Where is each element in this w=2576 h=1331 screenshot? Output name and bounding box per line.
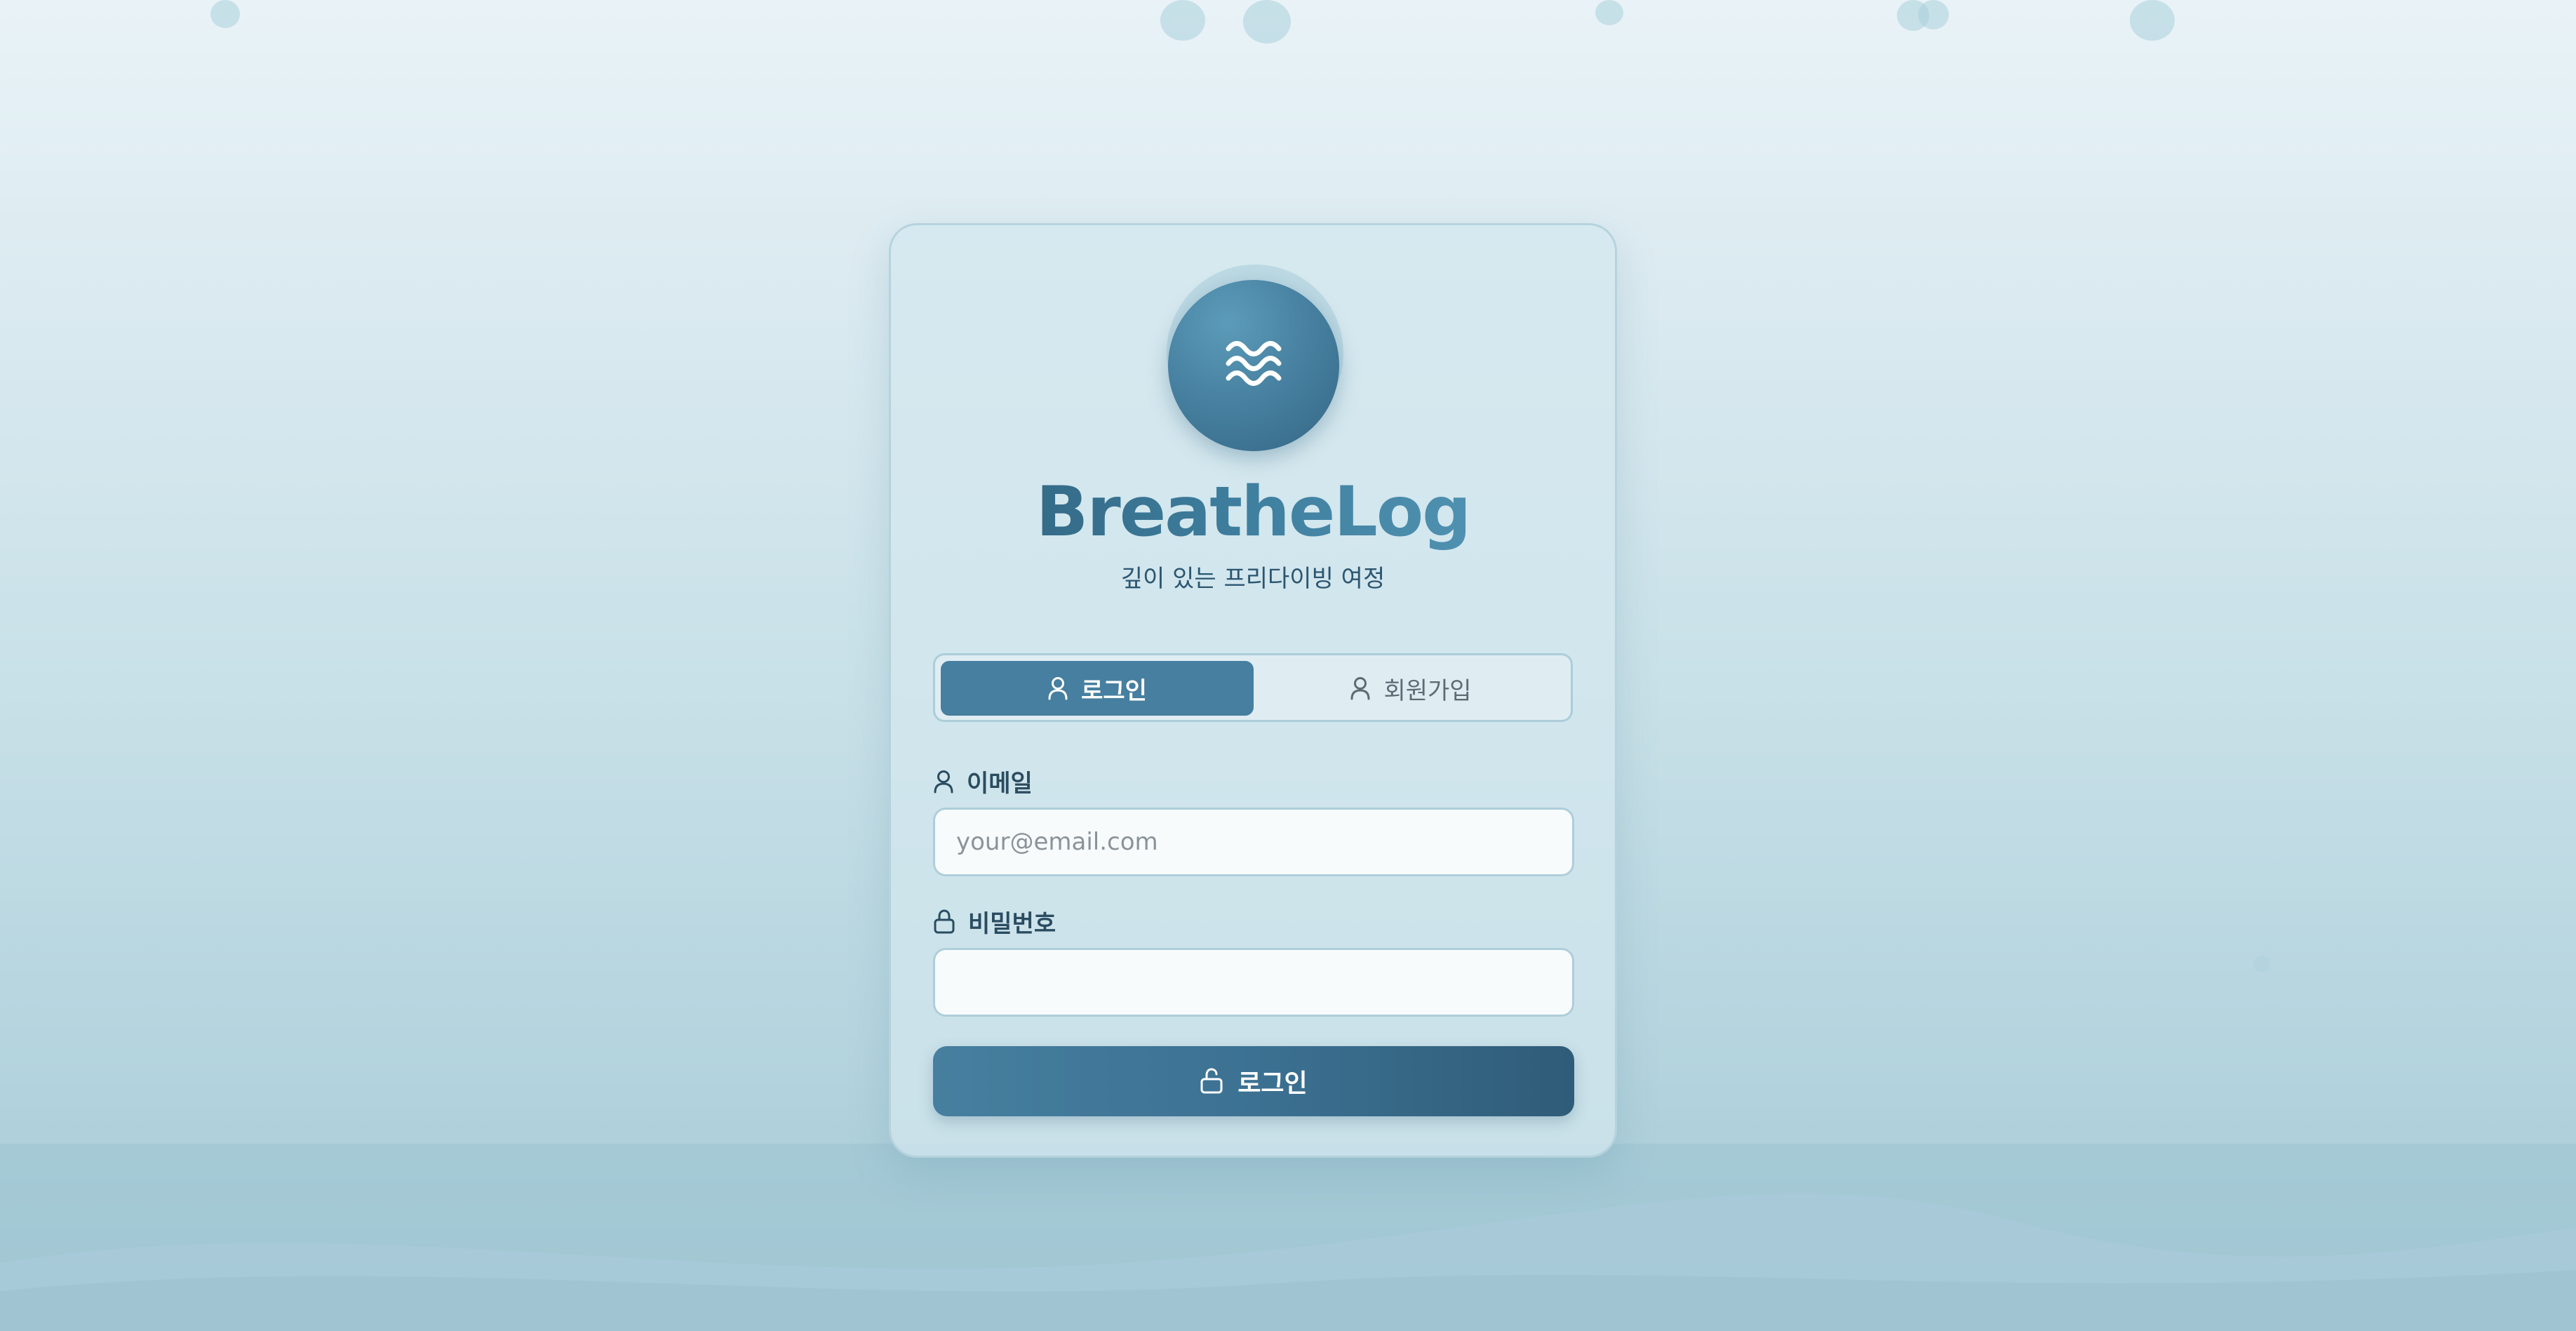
background-bubble (1918, 0, 1949, 29)
app-title: BreatheLog (891, 472, 1615, 552)
unlock-icon (1200, 1068, 1223, 1094)
email-label-text: 이메일 (967, 770, 1033, 798)
background-bubble (2253, 956, 2270, 972)
app-logo (1168, 280, 1339, 451)
login-card: BreatheLog 깊이 있는 프리다이빙 여정 로그인 회원가입 이메일 y… (889, 223, 1617, 1158)
password-label: 비밀번호 (933, 904, 1056, 939)
background-bubble (1595, 0, 1623, 25)
user-icon (1350, 677, 1370, 700)
tab-login[interactable]: 로그인 (941, 661, 1254, 716)
user-icon (934, 770, 953, 793)
app-subtitle: 깊이 있는 프리다이빙 여정 (1120, 565, 1386, 593)
background-bubble (2130, 0, 2175, 41)
user-icon (1048, 677, 1068, 700)
background-bubble (1160, 0, 1205, 41)
tab-login-label: 로그인 (1081, 676, 1147, 705)
email-label: 이메일 (933, 764, 1033, 798)
background-bubble (210, 0, 240, 28)
login-submit-button[interactable]: 로그인 (933, 1046, 1574, 1116)
lock-icon (934, 909, 955, 933)
background-bubble (1243, 0, 1291, 44)
auth-tabs: 로그인 회원가입 (933, 653, 1573, 722)
waves-icon (1226, 341, 1282, 386)
email-input[interactable] (933, 808, 1574, 876)
login-submit-label: 로그인 (1237, 1069, 1308, 1098)
password-input[interactable] (933, 948, 1574, 1017)
password-label-text: 비밀번호 (968, 910, 1056, 938)
tab-signup[interactable]: 회원가입 (1254, 661, 1567, 716)
tab-signup-label: 회원가입 (1383, 676, 1472, 705)
background-waves (0, 1144, 2576, 1331)
